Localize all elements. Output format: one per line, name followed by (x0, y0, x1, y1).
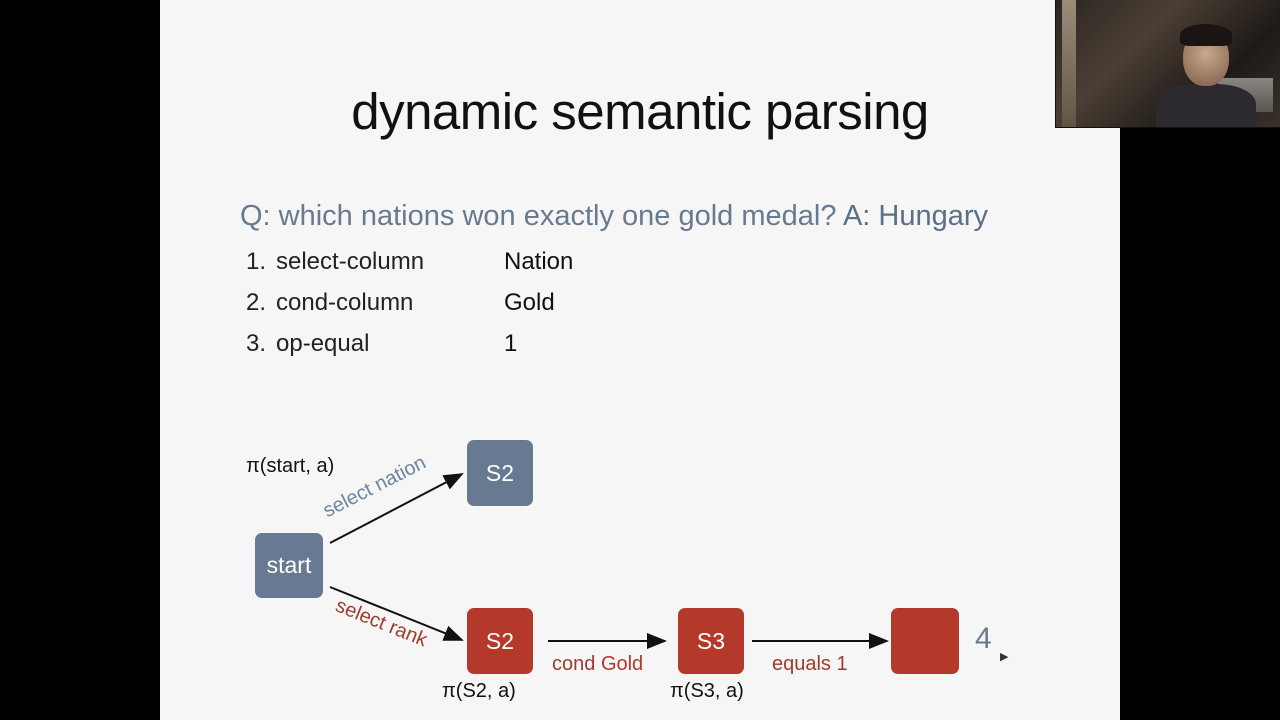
policy-label-s2: π(S2, a) (442, 680, 516, 702)
node-start: start (255, 533, 323, 598)
slide: dynamic semantic parsing Q: which nation… (160, 0, 1120, 720)
policy-label-start: π(start, a) (246, 455, 335, 477)
node-s2-bottom: S2 (467, 608, 533, 674)
policy-label-s3: π(S3, a) (670, 680, 744, 702)
edge-label-equals: equals 1 (772, 653, 848, 675)
node-s2-top: S2 (467, 440, 533, 506)
mouse-cursor-icon: ▶ (1000, 651, 1009, 663)
webcam-person-hair (1180, 24, 1232, 46)
parse-diagram-edges (329, 473, 889, 649)
webcam-person-body (1156, 84, 1256, 127)
node-s3: S3 (678, 608, 744, 674)
edge-label-cond-prefix: cond (552, 653, 596, 675)
node-end (891, 608, 959, 674)
webcam-lamp (1062, 0, 1076, 127)
edge-label-cond-gold: Gold (600, 653, 644, 675)
webcam-feed (1055, 0, 1280, 128)
result-value: 4 (975, 622, 992, 655)
edge-label-cond: cond Gold (552, 653, 643, 676)
